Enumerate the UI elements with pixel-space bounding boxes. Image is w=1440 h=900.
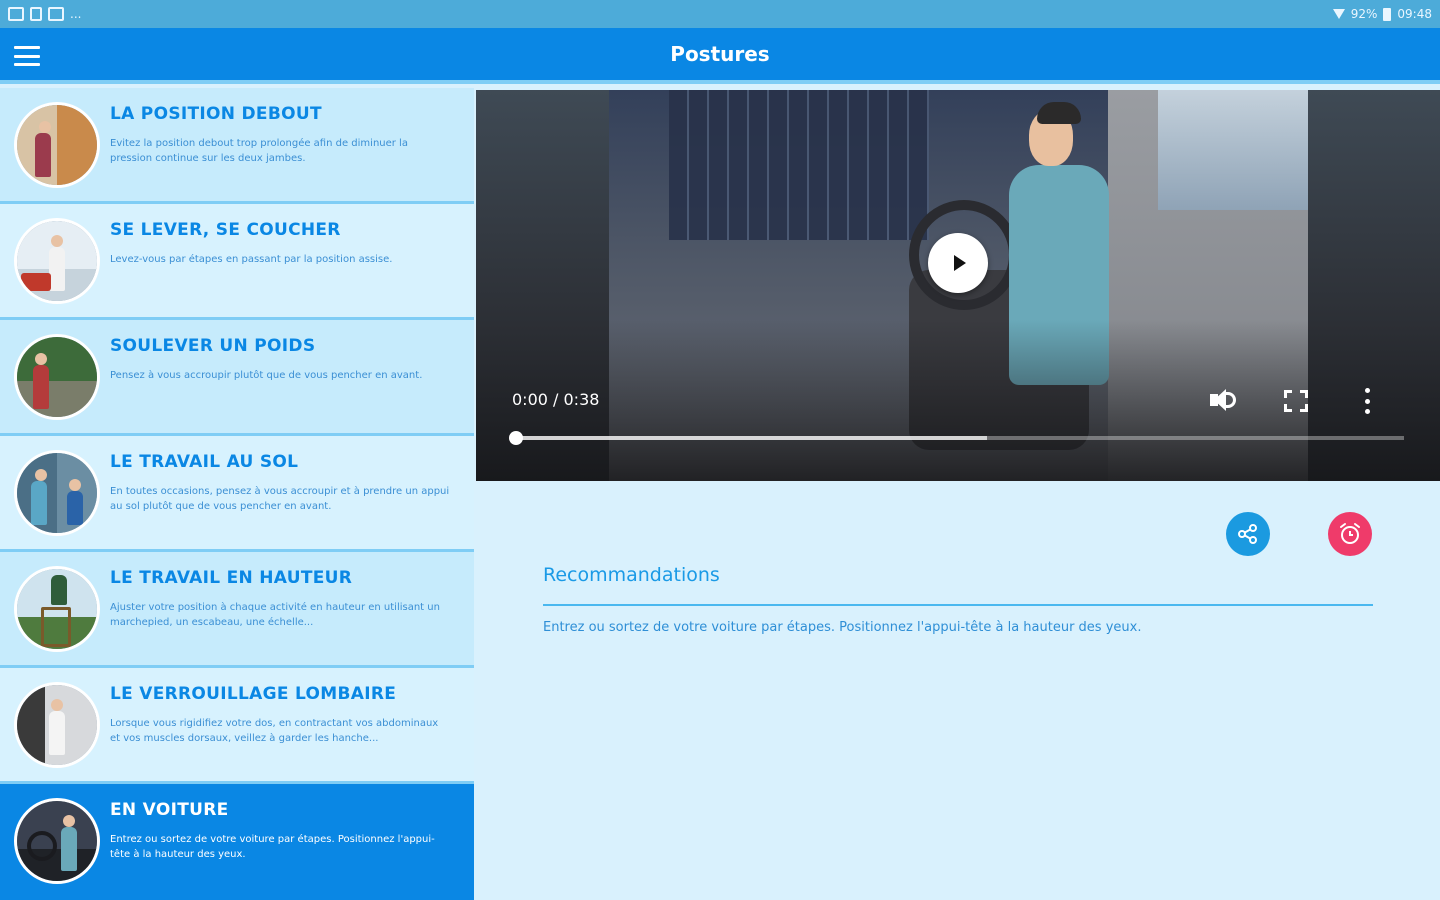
list-item-desc: Ajuster votre position à chaque activité…	[110, 602, 440, 628]
postures-list: LA POSITION DEBOUT Evitez la position de…	[0, 88, 474, 900]
posture-thumbnail	[14, 566, 100, 652]
list-item-title: LE TRAVAIL EN HAUTEUR	[110, 568, 353, 588]
clock: 09:48	[1397, 7, 1432, 21]
list-item-travail-sol[interactable]: LE TRAVAIL AU SOL En toutes occasions, p…	[0, 436, 474, 552]
list-item-soulever[interactable]: SOULEVER UN POIDS Pensez à vous accroupi…	[0, 320, 474, 436]
more-vert-icon[interactable]	[1362, 388, 1372, 414]
status-overflow: ...	[70, 7, 82, 21]
seek-thumb[interactable]	[509, 431, 523, 445]
fullscreen-icon[interactable]	[1284, 390, 1308, 412]
list-item-en-voiture[interactable]: EN VOITURE Entrez ou sortez de votre voi…	[0, 784, 474, 900]
list-item-desc: Levez-vous par étapes en passant par la …	[110, 254, 393, 265]
list-item-title: LA POSITION DEBOUT	[110, 104, 322, 124]
list-item-position-debout[interactable]: LA POSITION DEBOUT Evitez la position de…	[0, 88, 474, 204]
list-item-title: SE LEVER, SE COUCHER	[110, 220, 341, 240]
list-item-desc: Evitez la position debout trop prolongée…	[110, 138, 408, 164]
status-indicators: 92% 09:48	[1332, 7, 1432, 21]
app-bar: Postures	[0, 28, 1440, 84]
list-item-title: LE TRAVAIL AU SOL	[110, 452, 299, 472]
gallery-notification-icon	[8, 7, 24, 21]
menu-icon[interactable]	[14, 46, 40, 66]
recommendations-text: Entrez ou sortez de votre voiture par ét…	[543, 620, 1142, 635]
list-item-desc: Pensez à vous accroupir plutôt que de vo…	[110, 370, 423, 381]
play-button[interactable]	[928, 233, 988, 293]
alarm-button[interactable]	[1328, 512, 1372, 556]
list-item-verrouillage[interactable]: LE VERROUILLAGE LOMBAIRE Lorsque vous ri…	[0, 668, 474, 784]
list-item-title: EN VOITURE	[110, 800, 229, 820]
posture-thumbnail	[14, 334, 100, 420]
list-item-title: SOULEVER UN POIDS	[110, 336, 316, 356]
battery-percent: 92%	[1350, 7, 1378, 21]
alarm-icon	[1340, 523, 1360, 544]
posture-thumbnail	[14, 682, 100, 768]
status-bar: ... 92% 09:48	[0, 0, 1440, 28]
list-item-title: LE VERROUILLAGE LOMBAIRE	[110, 684, 397, 704]
recommendations-title: Recommandations	[543, 564, 720, 586]
edit-notification-icon	[48, 7, 64, 21]
video-time: 0:00 / 0:38	[512, 390, 600, 409]
facebook-notification-icon	[30, 7, 42, 21]
battery-icon	[1383, 7, 1392, 21]
posture-thumbnail	[14, 102, 100, 188]
share-button[interactable]	[1226, 512, 1270, 556]
list-item-desc: En toutes occasions, pensez à vous accro…	[110, 486, 450, 512]
play-icon	[954, 255, 966, 271]
list-item-travail-hauteur[interactable]: LE TRAVAIL EN HAUTEUR Ajuster votre posi…	[0, 552, 474, 668]
wifi-icon	[1332, 9, 1345, 19]
page-title: Postures	[670, 42, 770, 66]
share-icon	[1238, 524, 1257, 544]
volume-icon[interactable]	[1208, 387, 1240, 413]
list-item-desc: Entrez ou sortez de votre voiture par ét…	[110, 834, 435, 860]
status-notifications: ...	[8, 7, 81, 21]
list-item-se-lever[interactable]: SE LEVER, SE COUCHER Levez-vous par étap…	[0, 204, 474, 320]
seek-bar[interactable]	[509, 431, 1404, 445]
posture-thumbnail	[14, 798, 100, 884]
video-player[interactable]: 0:00 / 0:38	[476, 90, 1440, 481]
list-item-desc: Lorsque vous rigidifiez votre dos, en co…	[110, 718, 439, 744]
posture-thumbnail	[14, 218, 100, 304]
seek-buffer	[516, 436, 987, 440]
divider	[543, 604, 1373, 606]
posture-thumbnail	[14, 450, 100, 536]
